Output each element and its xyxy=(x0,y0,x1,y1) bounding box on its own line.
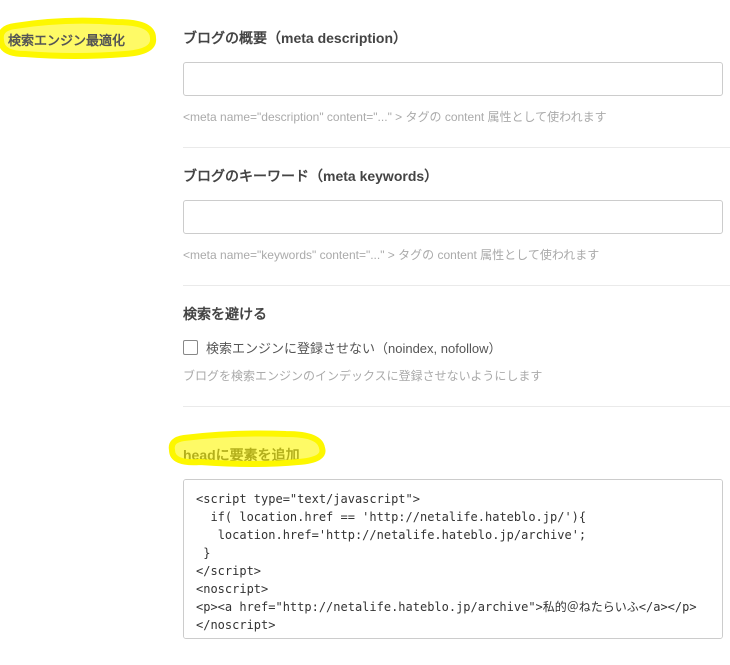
section-title-keywords: ブログのキーワード（meta keywords） xyxy=(183,166,730,186)
main-content: ブログの概要（meta description） <meta name="des… xyxy=(165,0,730,660)
section-meta-keywords: ブログのキーワード（meta keywords） <meta name="key… xyxy=(183,166,730,286)
section-head-elements: headに要素を追加 xyxy=(183,425,730,642)
section-meta-description: ブログの概要（meta description） <meta name="des… xyxy=(183,28,730,148)
noindex-checkbox-row[interactable]: 検索エンジンに登録させない（noindex, nofollow） xyxy=(183,338,730,357)
section-title-head: headに要素を追加 xyxy=(183,445,300,465)
sidebar-section-title: 検索エンジン最適化 xyxy=(8,30,125,49)
section-title-description: ブログの概要（meta description） xyxy=(183,28,730,48)
help-text-description: <meta name="description" content="..." >… xyxy=(183,108,730,125)
meta-keywords-input[interactable] xyxy=(183,200,723,234)
section-title-noindex: 検索を避ける xyxy=(183,304,730,324)
noindex-checkbox[interactable] xyxy=(183,340,198,355)
noindex-info-text: ブログを検索エンジンのインデックスに登録させないようにします xyxy=(183,367,730,384)
help-text-keywords: <meta name="keywords" content="..." > タグ… xyxy=(183,246,730,263)
noindex-checkbox-label: 検索エンジンに登録させない（noindex, nofollow） xyxy=(206,338,501,357)
section-noindex: 検索を避ける 検索エンジンに登録させない（noindex, nofollow） … xyxy=(183,304,730,407)
sidebar: 検索エンジン最適化 xyxy=(0,0,165,660)
meta-description-input[interactable] xyxy=(183,62,723,96)
head-code-textarea[interactable] xyxy=(183,479,723,639)
